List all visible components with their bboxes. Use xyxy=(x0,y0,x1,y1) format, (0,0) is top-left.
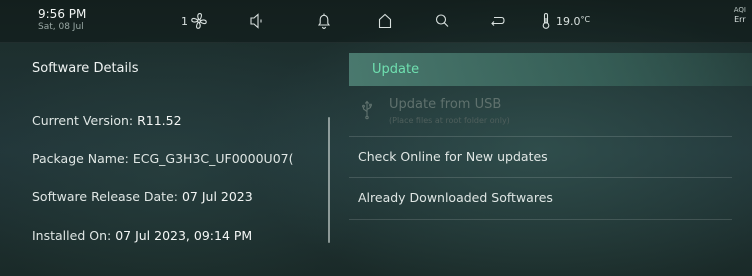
aqi-value: Err xyxy=(734,15,746,24)
menu-divider xyxy=(349,219,732,220)
update-header-label: Update xyxy=(372,62,420,77)
fan-speed: 1 xyxy=(181,14,188,28)
clock[interactable]: 9:56 PM Sat, 08 Jul xyxy=(38,7,86,34)
installed-on-row: Installed On: 07 Jul 2023, 09:14 PM xyxy=(32,228,252,243)
aqi-label: AQI xyxy=(733,6,746,14)
update-from-usb-label: Update from USB xyxy=(389,97,502,112)
package-name-label: Package Name: xyxy=(32,151,133,166)
check-online-label: Check Online for New updates xyxy=(358,149,548,164)
home-icon[interactable] xyxy=(377,11,393,31)
update-from-usb-hint: (Place files at root folder only) xyxy=(389,116,510,125)
check-online-item[interactable]: Check Online for New updates xyxy=(349,137,732,177)
fan-icon xyxy=(190,12,208,30)
release-date-row: Software Release Date: 07 Jul 2023 xyxy=(32,189,253,204)
package-name-value: ECG_G3H3C_UF0000U07( xyxy=(132,151,294,166)
installed-on-value: 07 Jul 2023, 09:14 PM xyxy=(115,228,253,243)
aqi-indicator[interactable]: AQI Err xyxy=(734,6,746,25)
usb-icon xyxy=(361,100,373,124)
software-details-title: Software Details xyxy=(32,61,139,76)
installed-on-label: Installed On: xyxy=(32,228,116,243)
clock-date: Sat, 08 Jul xyxy=(38,22,84,32)
thermometer-icon xyxy=(541,12,551,30)
current-version-value: R11.52 xyxy=(137,113,182,128)
bell-icon[interactable] xyxy=(316,11,332,31)
temperature-value: 19.0°C xyxy=(556,15,590,28)
temperature-control[interactable]: 19.0°C xyxy=(541,11,590,31)
current-version-label: Current Version: xyxy=(32,113,138,128)
clock-time: 9:56 PM xyxy=(38,7,87,21)
release-date-value: 07 Jul 2023 xyxy=(181,189,253,204)
temperature-unit: °C xyxy=(580,14,591,24)
search-icon[interactable] xyxy=(434,11,450,31)
fan-control[interactable]: 1 xyxy=(181,11,208,31)
details-scrollbar[interactable] xyxy=(328,117,330,243)
current-version-row: Current Version: R11.52 xyxy=(32,113,182,128)
package-name-row: Package Name: ECG_G3H3C_UF0000U07( xyxy=(32,151,312,166)
return-icon[interactable] xyxy=(489,11,507,31)
already-downloaded-label: Already Downloaded Softwares xyxy=(358,190,553,205)
volume-icon[interactable] xyxy=(249,11,265,31)
update-from-usb-item[interactable]: Update from USB (Place files at root fol… xyxy=(349,94,729,134)
update-header[interactable]: Update xyxy=(349,53,752,86)
already-downloaded-item[interactable]: Already Downloaded Softwares xyxy=(349,178,732,218)
software-update-screen: 9:56 PM Sat, 08 Jul 1 19.0°C AQI Err Sof… xyxy=(0,0,752,276)
status-bar: 9:56 PM Sat, 08 Jul 1 19.0°C AQI Err xyxy=(0,0,752,43)
temperature-number: 19.0 xyxy=(556,14,581,28)
release-date-label: Software Release Date: xyxy=(32,189,182,204)
